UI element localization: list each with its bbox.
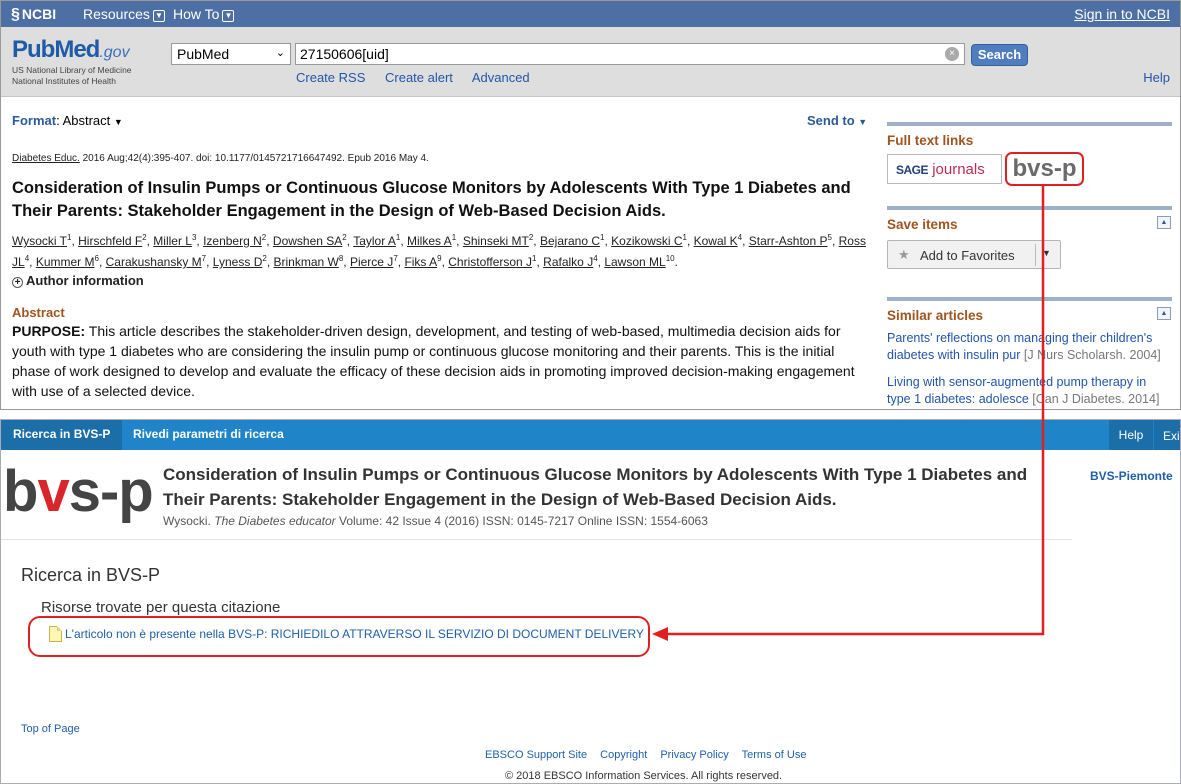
author-link[interactable]: Carakushansky M7 bbox=[106, 254, 207, 269]
full-text-heading: Full text links bbox=[887, 133, 974, 148]
author-link[interactable]: Izenberg N2 bbox=[203, 233, 266, 248]
author-list: Wysocki T1, Hirschfeld F2, Miller L3, Iz… bbox=[12, 233, 866, 269]
clear-icon[interactable]: × bbox=[945, 47, 959, 61]
author-link[interactable]: Hirschfeld F2 bbox=[78, 233, 146, 248]
resources-menu[interactable]: Resources ▼ bbox=[83, 6, 165, 22]
author-link[interactable]: Bejarano C1 bbox=[540, 233, 605, 248]
author-information-toggle[interactable]: + Author information bbox=[12, 273, 144, 288]
bvs-p-logo: bvs-p bbox=[3, 459, 154, 524]
section-heading: Ricerca in BVS-P bbox=[21, 565, 161, 585]
caret-down-icon: ▼ bbox=[113, 117, 123, 127]
terms-of-use-link[interactable]: Terms of Use bbox=[742, 749, 807, 761]
sage-logo: SAGE bbox=[896, 163, 929, 177]
database-select[interactable]: PubMed ⌄ bbox=[171, 43, 291, 65]
bvs-page: Ricerca in BVS-P Rivedi parametri di ric… bbox=[0, 419, 1181, 784]
abstract-text: PURPOSE: This article describes the stak… bbox=[12, 323, 855, 399]
add-to-favorites-button[interactable]: ★ Add to Favorites ▼ bbox=[887, 240, 1061, 269]
citation-line: Diabetes Educ. 2016 Aug;42(4):395-407. d… bbox=[12, 153, 429, 164]
copyright-notice: © 2018 EBSCO Information Services. All r… bbox=[505, 770, 783, 782]
similar-article-item[interactable]: Parents' reflections on managing their c… bbox=[887, 330, 1172, 364]
create-rss-link[interactable]: Create RSS bbox=[296, 70, 365, 85]
section-subheading: Risorse trovate per questa citazione bbox=[41, 599, 281, 616]
caret-down-icon: ▼ bbox=[858, 117, 868, 127]
bvs-top-bar: Ricerca in BVS-P Rivedi parametri di ric… bbox=[1, 420, 1180, 450]
divider bbox=[887, 122, 1172, 126]
author-link[interactable]: Taylor A1 bbox=[353, 233, 400, 248]
star-icon: ★ bbox=[898, 247, 910, 262]
privacy-policy-link[interactable]: Privacy Policy bbox=[660, 749, 728, 761]
top-of-page-link[interactable]: Top of Page bbox=[21, 723, 80, 735]
support-site-link[interactable]: EBSCO Support Site bbox=[485, 749, 587, 761]
divider bbox=[1, 539, 1072, 540]
search-input[interactable]: 27150606[uid] × bbox=[295, 43, 965, 65]
divider bbox=[887, 206, 1172, 210]
author-link[interactable]: Kummer M6 bbox=[36, 254, 99, 269]
tab-ricerca[interactable]: Ricerca in BVS-P bbox=[1, 420, 123, 450]
dna-icon: § bbox=[11, 6, 20, 23]
tab-rivedi-parametri[interactable]: Rivedi parametri di ricerca bbox=[133, 427, 284, 441]
chevron-down-icon: ▼ bbox=[152, 10, 165, 22]
collapse-icon[interactable]: ▲ bbox=[1157, 216, 1171, 229]
copyright-link[interactable]: Copyright bbox=[600, 749, 647, 761]
author-link[interactable]: Lawson ML10 bbox=[604, 254, 674, 269]
author-link[interactable]: Dowshen SA2 bbox=[273, 233, 347, 248]
collapse-icon[interactable]: ▲ bbox=[1157, 307, 1171, 320]
author-link[interactable]: Kozikowski C1 bbox=[611, 233, 687, 248]
author-link[interactable]: Brinkman W8 bbox=[273, 254, 343, 269]
bvs-p-link[interactable]: bvs-p bbox=[1005, 152, 1084, 186]
author-link[interactable]: Wysocki T1 bbox=[12, 233, 71, 248]
exit-button[interactable]: Exi bbox=[1154, 420, 1180, 450]
article-title: Consideration of Insulin Pumps or Contin… bbox=[12, 179, 851, 220]
bvs-article-title: Consideration of Insulin Pumps or Contin… bbox=[163, 465, 1028, 509]
search-bar-area: PubMed.gov US National Library of Medici… bbox=[1, 27, 1180, 97]
divider bbox=[1035, 244, 1036, 266]
pubmed-page: § NCBI Resources ▼ How To ▼ Sign in to NCBI… bbox=[0, 0, 1181, 410]
author-link[interactable]: Kowal K4 bbox=[694, 233, 742, 248]
annotation-oval bbox=[28, 616, 650, 657]
help-link[interactable]: Help bbox=[1143, 70, 1170, 85]
abstract-heading: Abstract bbox=[12, 305, 65, 320]
create-alert-link[interactable]: Create alert bbox=[385, 70, 453, 85]
divider bbox=[887, 297, 1172, 301]
signin-link[interactable]: Sign in to NCBI bbox=[1074, 6, 1170, 22]
caret-down-icon[interactable]: ▼ bbox=[1042, 248, 1051, 258]
search-sublinks: Create RSS Create alert Advanced bbox=[296, 70, 546, 85]
help-button[interactable]: Help bbox=[1109, 420, 1153, 450]
author-link[interactable]: Christofferson J1 bbox=[448, 254, 536, 269]
author-link[interactable]: Milkes A1 bbox=[407, 233, 456, 248]
similar-articles-heading: Similar articles bbox=[887, 308, 984, 323]
author-link[interactable]: Fiks A9 bbox=[404, 254, 441, 269]
author-link[interactable]: Shinseki MT2 bbox=[463, 233, 533, 248]
ncbi-logo[interactable]: § NCBI bbox=[11, 6, 56, 24]
pubmed-logo[interactable]: PubMed.gov US National Library of Medici… bbox=[12, 36, 132, 86]
advanced-link[interactable]: Advanced bbox=[472, 70, 530, 85]
author-link[interactable]: Rafalko J4 bbox=[543, 254, 597, 269]
chevron-down-icon: ⌄ bbox=[275, 47, 285, 59]
author-link[interactable]: Lyness D2 bbox=[213, 254, 267, 269]
chevron-down-icon: ▼ bbox=[222, 10, 235, 22]
howto-menu[interactable]: How To ▼ bbox=[173, 6, 235, 22]
ncbi-top-bar: § NCBI Resources ▼ How To ▼ Sign in to NCBI bbox=[1, 1, 1180, 27]
bvs-piemonte-link[interactable]: BVS-Piemonte bbox=[1090, 469, 1173, 483]
search-button[interactable]: Search bbox=[971, 44, 1028, 66]
expand-icon: + bbox=[12, 277, 23, 288]
author-link[interactable]: Miller L3 bbox=[153, 233, 196, 248]
author-link[interactable]: Pierce J7 bbox=[350, 254, 398, 269]
author-link[interactable]: Starr-Ashton P5 bbox=[749, 233, 832, 248]
journal-link[interactable]: Diabetes Educ. bbox=[12, 153, 80, 164]
sage-journals-link[interactable]: SAGE journals bbox=[887, 154, 1002, 184]
send-to-menu[interactable]: Send to ▼ bbox=[807, 113, 867, 128]
bvs-citation: Wysocki. The Diabetes educator Volume: 4… bbox=[163, 514, 708, 528]
similar-article-item[interactable]: Living with sensor-augmented pump therap… bbox=[887, 374, 1172, 408]
footer-links: EBSCO Support Site Copyright Privacy Pol… bbox=[485, 749, 816, 761]
save-items-heading: Save items bbox=[887, 217, 958, 232]
format-selector[interactable]: Format: Abstract ▼ bbox=[12, 113, 123, 128]
